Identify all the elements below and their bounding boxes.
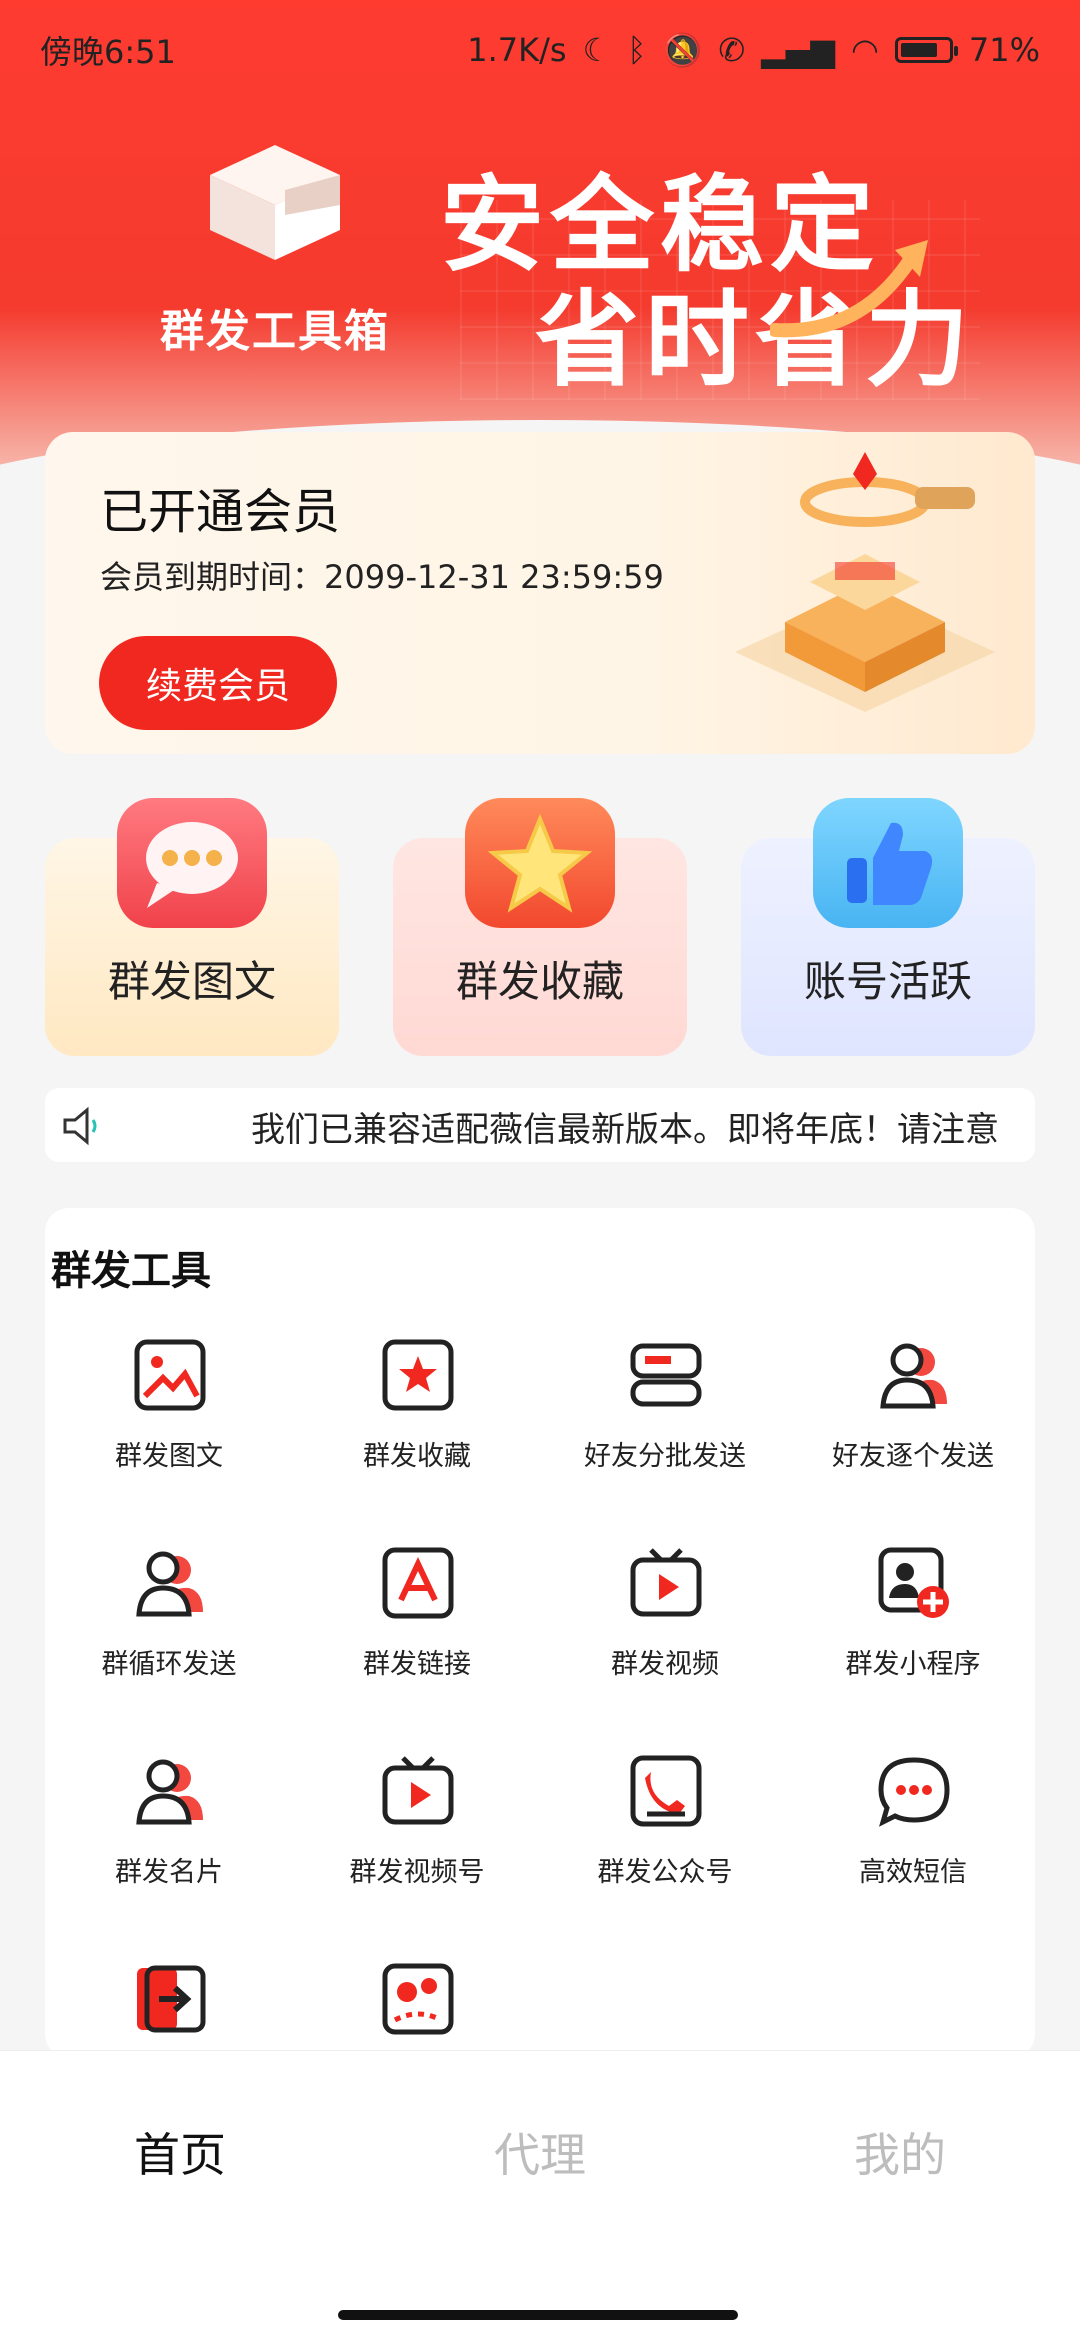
bluetooth-icon: ᛒ (627, 31, 647, 69)
tools-title: 群发工具 (51, 1248, 211, 1294)
bottom-nav: 首页 代理 我的 (0, 2050, 1080, 2341)
tool-item[interactable] (45, 1962, 293, 2058)
phone-icon (630, 1755, 702, 1827)
arrow-swoosh-icon (770, 240, 928, 338)
tool-item[interactable]: 群发收藏 (293, 1338, 541, 1518)
renew-member-button[interactable]: 续费会员 (99, 636, 337, 730)
image-icon (134, 1339, 206, 1411)
status-time: 傍晚6:51 (40, 33, 176, 71)
tool-item[interactable]: 高效短信 (789, 1754, 1035, 1934)
battery-icon (894, 37, 958, 63)
tool-item[interactable]: 群发视频 (541, 1546, 789, 1726)
sms-icon (878, 1757, 950, 1827)
tool-item[interactable]: 群循环发送 (45, 1546, 293, 1726)
tool-item[interactable]: 群发链接 (293, 1546, 541, 1726)
tool-item[interactable]: 群发图文 (45, 1338, 293, 1518)
tool-label: 群发链接 (363, 1649, 471, 1680)
battery-percent: 71% (968, 31, 1040, 69)
mute-bell-icon: 🔕 (662, 31, 703, 69)
star-icon (465, 798, 615, 928)
tool-item[interactable]: 好友逐个发送 (789, 1338, 1035, 1518)
batch-icon (630, 1343, 702, 1407)
feature-card-account-active[interactable]: 账号活跃 (741, 798, 1035, 1056)
nav-agent[interactable]: 代理 (360, 2119, 720, 2185)
tool-item[interactable] (293, 1962, 541, 2058)
tool-item[interactable]: 群发名片 (45, 1754, 293, 1934)
signal-icon: ▂▄▆ (761, 31, 835, 69)
link-icon (382, 1547, 454, 1619)
tool-label: 群发视频号 (349, 1857, 485, 1888)
video-icon (382, 1756, 454, 1825)
notice-bar[interactable]: 我们已兼容适配薇信最新版本。即将年底！请注意 (45, 1088, 1035, 1162)
feature-card-label: 账号活跃 (803, 957, 972, 1006)
exit-icon (137, 1965, 206, 2033)
tool-item[interactable]: 群发公众号 (541, 1754, 789, 1934)
tools-panel: 群发工具 群发图文 群发收藏 好友分批发送 好友逐个发送 群循环发送 群发链接 … (45, 1208, 1035, 2058)
wifi-icon: ◠ (850, 31, 879, 69)
member-card: 已开通会员 会员到期时间：2099-12-31 23:59:59 续费会员 (45, 432, 1035, 754)
feature-card-label: 群发图文 (107, 957, 276, 1006)
chat-bubble-icon (117, 798, 267, 928)
nav-home[interactable]: 首页 (0, 2119, 360, 2185)
moon-icon: ☾ (582, 31, 612, 69)
status-icons: 1.7K/s ☾ ᛒ 🔕 ✆ ▂▄▆ ◠ 71% (467, 31, 1040, 69)
status-bar: 傍晚6:51 1.7K/s ☾ ᛒ 🔕 ✆ ▂▄▆ ◠ 71% (0, 0, 1080, 100)
tool-item[interactable]: 好友分批发送 (541, 1338, 789, 1518)
tool-label: 好友分批发送 (584, 1441, 746, 1472)
tool-label: 好友逐个发送 (832, 1441, 994, 1472)
notice-text: 我们已兼容适配薇信最新版本。即将年底！请注意 (251, 1110, 999, 1150)
tool-label: 群发视频 (611, 1649, 719, 1680)
speaker-icon (63, 1106, 97, 1146)
user-icon (136, 1759, 203, 1825)
tool-label: 群发公众号 (597, 1857, 733, 1888)
user-icon (880, 1343, 947, 1409)
user-icon (136, 1551, 203, 1617)
tool-label: 群发图文 (115, 1441, 223, 1472)
home-indicator[interactable] (338, 2310, 738, 2320)
member-title: 已开通会员 (100, 484, 341, 540)
video-icon (630, 1548, 702, 1617)
feature-cards: 群发图文 群发收藏 账号活跃 (45, 798, 1035, 1060)
tool-item[interactable]: 群发小程序 (789, 1546, 1035, 1726)
logo-text: 群发工具箱 (160, 306, 390, 357)
feature-card-text-image[interactable]: 群发图文 (45, 798, 339, 1056)
star-box-icon (382, 1339, 454, 1411)
feature-card-favorites[interactable]: 群发收藏 (393, 798, 687, 1056)
network-speed: 1.7K/s (467, 31, 567, 69)
tool-item[interactable]: 群发视频号 (293, 1754, 541, 1934)
membership-illustration-icon (735, 452, 995, 712)
thumbs-up-icon (813, 798, 963, 928)
toolbox-logo-icon (210, 145, 340, 260)
location-icon (382, 1963, 454, 2035)
feature-card-label: 群发收藏 (455, 957, 624, 1006)
tool-label: 群发小程序 (845, 1649, 981, 1680)
tool-label: 群发收藏 (363, 1441, 471, 1472)
tool-label: 高效短信 (859, 1857, 967, 1888)
tool-label: 群发名片 (115, 1857, 223, 1888)
call-icon: ✆ (718, 31, 746, 69)
nav-mine[interactable]: 我的 (720, 2119, 1080, 2185)
member-expire-time: 会员到期时间：2099-12-31 23:59:59 (100, 558, 664, 596)
tool-label: 群循环发送 (101, 1649, 237, 1680)
mini-program-icon (878, 1547, 949, 1618)
